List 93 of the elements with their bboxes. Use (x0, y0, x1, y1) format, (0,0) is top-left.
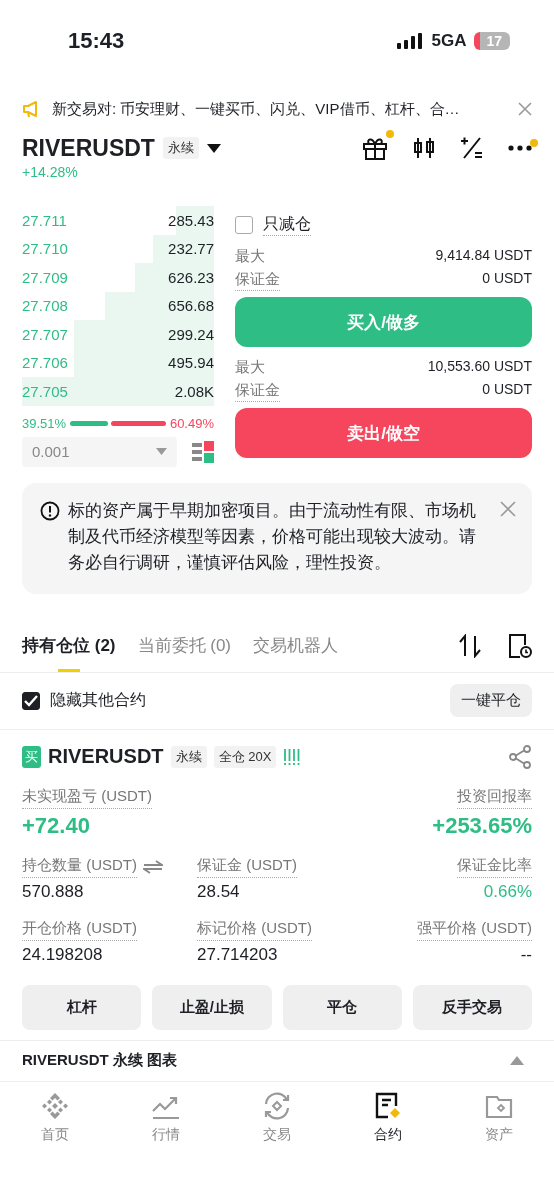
field-label: 标记价格 (USDT) (197, 918, 312, 941)
max-value: 9,414.84 USDT (435, 246, 532, 265)
book-layout-icon[interactable] (192, 440, 214, 463)
close-all-button[interactable]: 一键平仓 (450, 684, 532, 717)
position-tag: 永续 (170, 745, 207, 768)
max-label: 最大 (235, 246, 265, 266)
info-icon (40, 500, 60, 521)
nav-item[interactable]: 首页 (15, 1091, 96, 1144)
signal-icon (397, 33, 424, 49)
position-tag: 全仓 20X (213, 745, 277, 768)
field-label: 未实现盈亏 (USDT) (22, 786, 152, 809)
more-icon[interactable] (508, 145, 532, 151)
dropdown-caret-icon (156, 448, 167, 455)
hide-others-checkbox[interactable] (22, 691, 40, 710)
contract-tag: 永续 (162, 137, 199, 159)
chart-section-title[interactable]: RIVERUSDT 永续 图表 (22, 1051, 177, 1070)
calculator-icon[interactable] (460, 136, 484, 160)
swap-icon[interactable] (143, 859, 163, 874)
nav-item[interactable]: 交易 (237, 1091, 317, 1144)
field-label: 投资回报率 (457, 786, 532, 809)
symbol-title[interactable]: RIVERUSDT (22, 134, 155, 162)
bid-price[interactable]: 27.711 (22, 211, 67, 229)
candlestick-icon[interactable] (412, 136, 436, 160)
margin-value: 0 USDT (482, 380, 532, 399)
field-value: 28.54 (197, 881, 240, 902)
nav-item[interactable]: 行情 (126, 1091, 207, 1144)
field-value: 0.66% (483, 881, 532, 902)
field-label: 强平价格 (USDT) (417, 918, 532, 941)
hide-others-label: 隐藏其他合约 (50, 690, 146, 710)
margin-label: 保证金 (235, 267, 280, 291)
caret-icon[interactable] (206, 143, 221, 153)
tab[interactable]: 当前委托 (0) (137, 619, 231, 672)
bid-amount: 2.08K (174, 382, 214, 400)
notice-text: 标的资产属于早期加密项目。由于流动性有限、市场机制及代币经济模型等因素，价格可能出现较大波动。请务必自行调研，谨慎评估风险，理性投资。 (68, 499, 477, 574)
bid-amount: 232.77 (168, 240, 214, 258)
contract-document-icon (373, 1091, 402, 1120)
battery-level: 17 (474, 32, 510, 50)
share-icon[interactable] (508, 744, 532, 769)
field-value: 24.198208 (22, 944, 103, 965)
max-label: 最大 (235, 357, 265, 377)
bid-amount: 626.23 (168, 268, 214, 286)
field-value: 27.714203 (197, 944, 278, 965)
field-value: 570.888 (22, 881, 84, 902)
nav-item[interactable]: 资产 (458, 1091, 539, 1144)
position-action-button[interactable]: 反手交易 (412, 984, 532, 1030)
reduce-only-checkbox[interactable] (235, 216, 253, 234)
sell-percent: 60.49% (169, 415, 214, 431)
network-label: 5GA (431, 31, 467, 51)
margin-value: 0 USDT (482, 269, 532, 288)
max-value: 10,553.60 USDT (427, 357, 532, 376)
bid-price[interactable]: 27.708 (22, 297, 68, 315)
field-label: 持仓数量 (USDT) (22, 855, 137, 878)
bid-amount: 299.24 (168, 325, 214, 343)
field-label: 保证金比率 (457, 855, 532, 878)
field-value: +253.65% (432, 812, 532, 839)
buy-badge: 买 (22, 745, 41, 768)
position-action-button[interactable]: 平仓 (282, 984, 402, 1030)
margin-label: 保证金 (235, 378, 280, 402)
tab[interactable]: 持有仓位 (2) (22, 619, 116, 672)
signal-bars-icon (283, 747, 302, 766)
notification-dot (530, 139, 538, 147)
precision-select[interactable]: 0.001 (22, 436, 177, 467)
announcement-text[interactable]: 新交易对: 币安理财、一键买币、闪兑、VIP借币、杠杆、合… (52, 99, 508, 119)
bid-price[interactable]: 27.707 (22, 325, 68, 343)
field-value: -- (520, 944, 532, 965)
close-icon[interactable] (500, 500, 516, 517)
field-label: 开仓价格 (USDT) (22, 918, 137, 941)
price-change: +14.28% (21, 164, 79, 180)
field-value: +72.40 (22, 812, 90, 839)
bid-amount: 285.43 (168, 211, 214, 229)
nav-item[interactable]: 合约 (347, 1091, 428, 1144)
history-icon[interactable] (508, 632, 532, 659)
status-time: 15:43 (68, 28, 125, 54)
bid-price[interactable]: 27.705 (22, 382, 68, 400)
gift-icon[interactable] (362, 136, 388, 160)
notification-dot (386, 130, 394, 138)
field-label: 保证金 (USDT) (197, 855, 297, 878)
position-action-button[interactable]: 止盈/止损 (152, 984, 272, 1030)
buy-long-button[interactable]: 买入/做多 (235, 297, 532, 347)
bid-price[interactable]: 27.709 (22, 268, 68, 286)
close-icon[interactable] (518, 102, 532, 116)
bid-amount: 495.94 (168, 354, 214, 372)
bid-amount: 656.68 (168, 297, 214, 315)
bid-price[interactable]: 27.710 (22, 240, 68, 258)
position-action-button[interactable]: 杠杆 (22, 984, 142, 1030)
tab[interactable]: 交易机器人 (253, 619, 338, 672)
buy-percent: 39.51% (22, 415, 67, 431)
bid-price[interactable]: 27.706 (22, 354, 68, 372)
sell-short-button[interactable]: 卖出/做空 (235, 408, 532, 458)
diamond-logo-icon (41, 1091, 70, 1120)
reduce-only-label: 只减仓 (263, 214, 311, 236)
sort-icon[interactable] (458, 633, 482, 658)
position-symbol: RIVERUSDT (48, 745, 164, 768)
